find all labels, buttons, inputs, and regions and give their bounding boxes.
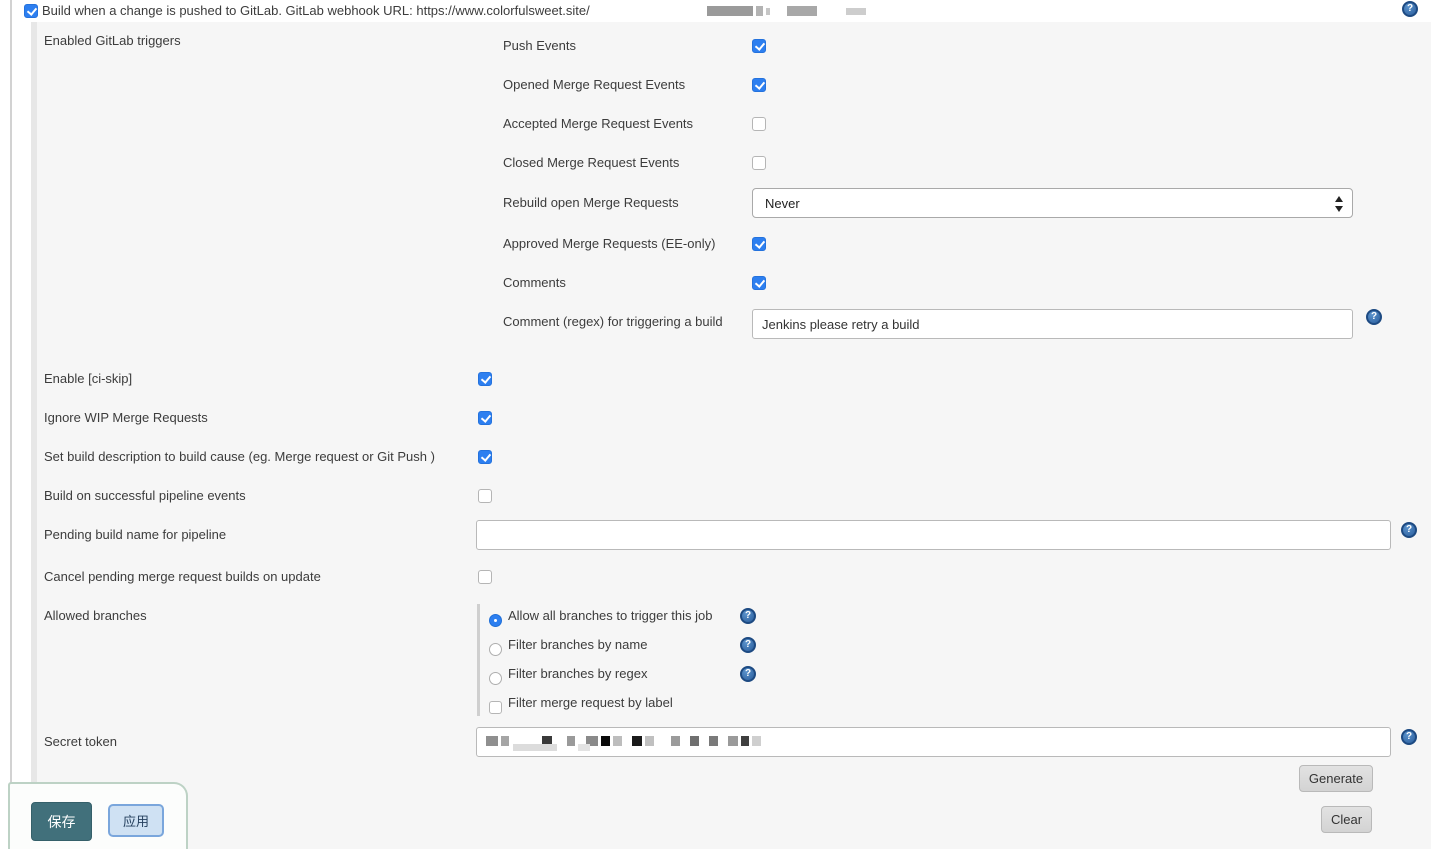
config-section-background — [37, 22, 1431, 849]
build-when-pushed-checkbox[interactable] — [24, 4, 38, 18]
filter-branches-by-name-label: Filter branches by name — [508, 637, 647, 653]
filter-mr-by-label-checkbox[interactable] — [489, 701, 502, 714]
enabled-triggers-label: Enabled GitLab triggers — [44, 33, 181, 49]
ignore-wip-label: Ignore WIP Merge Requests — [44, 410, 208, 426]
help-icon[interactable] — [740, 608, 756, 624]
cancel-pending-label: Cancel pending merge request builds on u… — [44, 569, 321, 585]
accepted-mr-events-label: Accepted Merge Request Events — [503, 116, 693, 132]
allow-all-branches-label: Allow all branches to trigger this job — [508, 608, 713, 624]
pending-build-name-input[interactable] — [476, 520, 1391, 550]
opened-mr-events-label: Opened Merge Request Events — [503, 77, 685, 93]
radio-group-indent-bar — [477, 604, 480, 716]
comment-regex-input[interactable] — [752, 309, 1353, 339]
accepted-mr-events-checkbox[interactable] — [752, 117, 766, 131]
filter-branches-by-regex-radio[interactable] — [489, 672, 502, 685]
rebuild-open-mr-label: Rebuild open Merge Requests — [503, 195, 679, 211]
generate-button[interactable]: Generate — [1299, 765, 1373, 792]
ignore-wip-checkbox[interactable] — [478, 411, 492, 425]
cancel-pending-checkbox[interactable] — [478, 570, 492, 584]
push-events-label: Push Events — [503, 38, 576, 54]
approved-mr-label: Approved Merge Requests (EE-only) — [503, 236, 715, 252]
successful-pipeline-checkbox[interactable] — [478, 489, 492, 503]
ci-skip-label: Enable [ci-skip] — [44, 371, 132, 387]
push-events-checkbox[interactable] — [752, 39, 766, 53]
help-icon[interactable] — [1366, 309, 1382, 325]
filter-branches-by-regex-label: Filter branches by regex — [508, 666, 647, 682]
save-button[interactable]: 保存 — [31, 802, 92, 841]
rebuild-open-mr-selected-value: Never — [765, 196, 800, 211]
apply-button[interactable]: 应用 — [108, 804, 164, 837]
secret-token-label: Secret token — [44, 734, 117, 750]
opened-mr-events-checkbox[interactable] — [752, 78, 766, 92]
nested-indent-line — [31, 22, 37, 849]
successful-pipeline-label: Build on successful pipeline events — [44, 488, 246, 504]
build-description-label: Set build description to build cause (eg… — [44, 449, 435, 465]
closed-mr-events-label: Closed Merge Request Events — [503, 155, 679, 171]
select-stepper-icon — [1335, 195, 1344, 213]
filter-branches-by-name-radio[interactable] — [489, 643, 502, 656]
redacted-token-value-lower — [513, 744, 593, 751]
approved-mr-checkbox[interactable] — [752, 237, 766, 251]
help-icon[interactable] — [740, 666, 756, 682]
filter-mr-by-label-label: Filter merge request by label — [508, 695, 673, 711]
ci-skip-checkbox[interactable] — [478, 372, 492, 386]
build-when-pushed-label: Build when a change is pushed to GitLab.… — [42, 3, 590, 19]
rebuild-open-mr-select[interactable]: Never — [752, 188, 1353, 218]
gitlab-trigger-config-page: Build when a change is pushed to GitLab.… — [0, 0, 1431, 849]
help-icon[interactable] — [1401, 729, 1417, 745]
closed-mr-events-checkbox[interactable] — [752, 156, 766, 170]
pending-build-name-label: Pending build name for pipeline — [44, 527, 226, 543]
comments-checkbox[interactable] — [752, 276, 766, 290]
allow-all-branches-radio[interactable] — [489, 614, 502, 627]
comment-regex-label: Comment (regex) for triggering a build — [503, 314, 723, 330]
redacted-url-suffix — [707, 6, 869, 16]
comments-label: Comments — [503, 275, 566, 291]
allowed-branches-label: Allowed branches — [44, 608, 147, 624]
help-icon[interactable] — [1402, 1, 1418, 17]
help-icon[interactable] — [1401, 522, 1417, 538]
clear-button[interactable]: Clear — [1321, 806, 1372, 833]
build-description-checkbox[interactable] — [478, 450, 492, 464]
help-icon[interactable] — [740, 637, 756, 653]
section-indent-line — [10, 0, 12, 849]
secret-token-input[interactable] — [476, 727, 1391, 757]
